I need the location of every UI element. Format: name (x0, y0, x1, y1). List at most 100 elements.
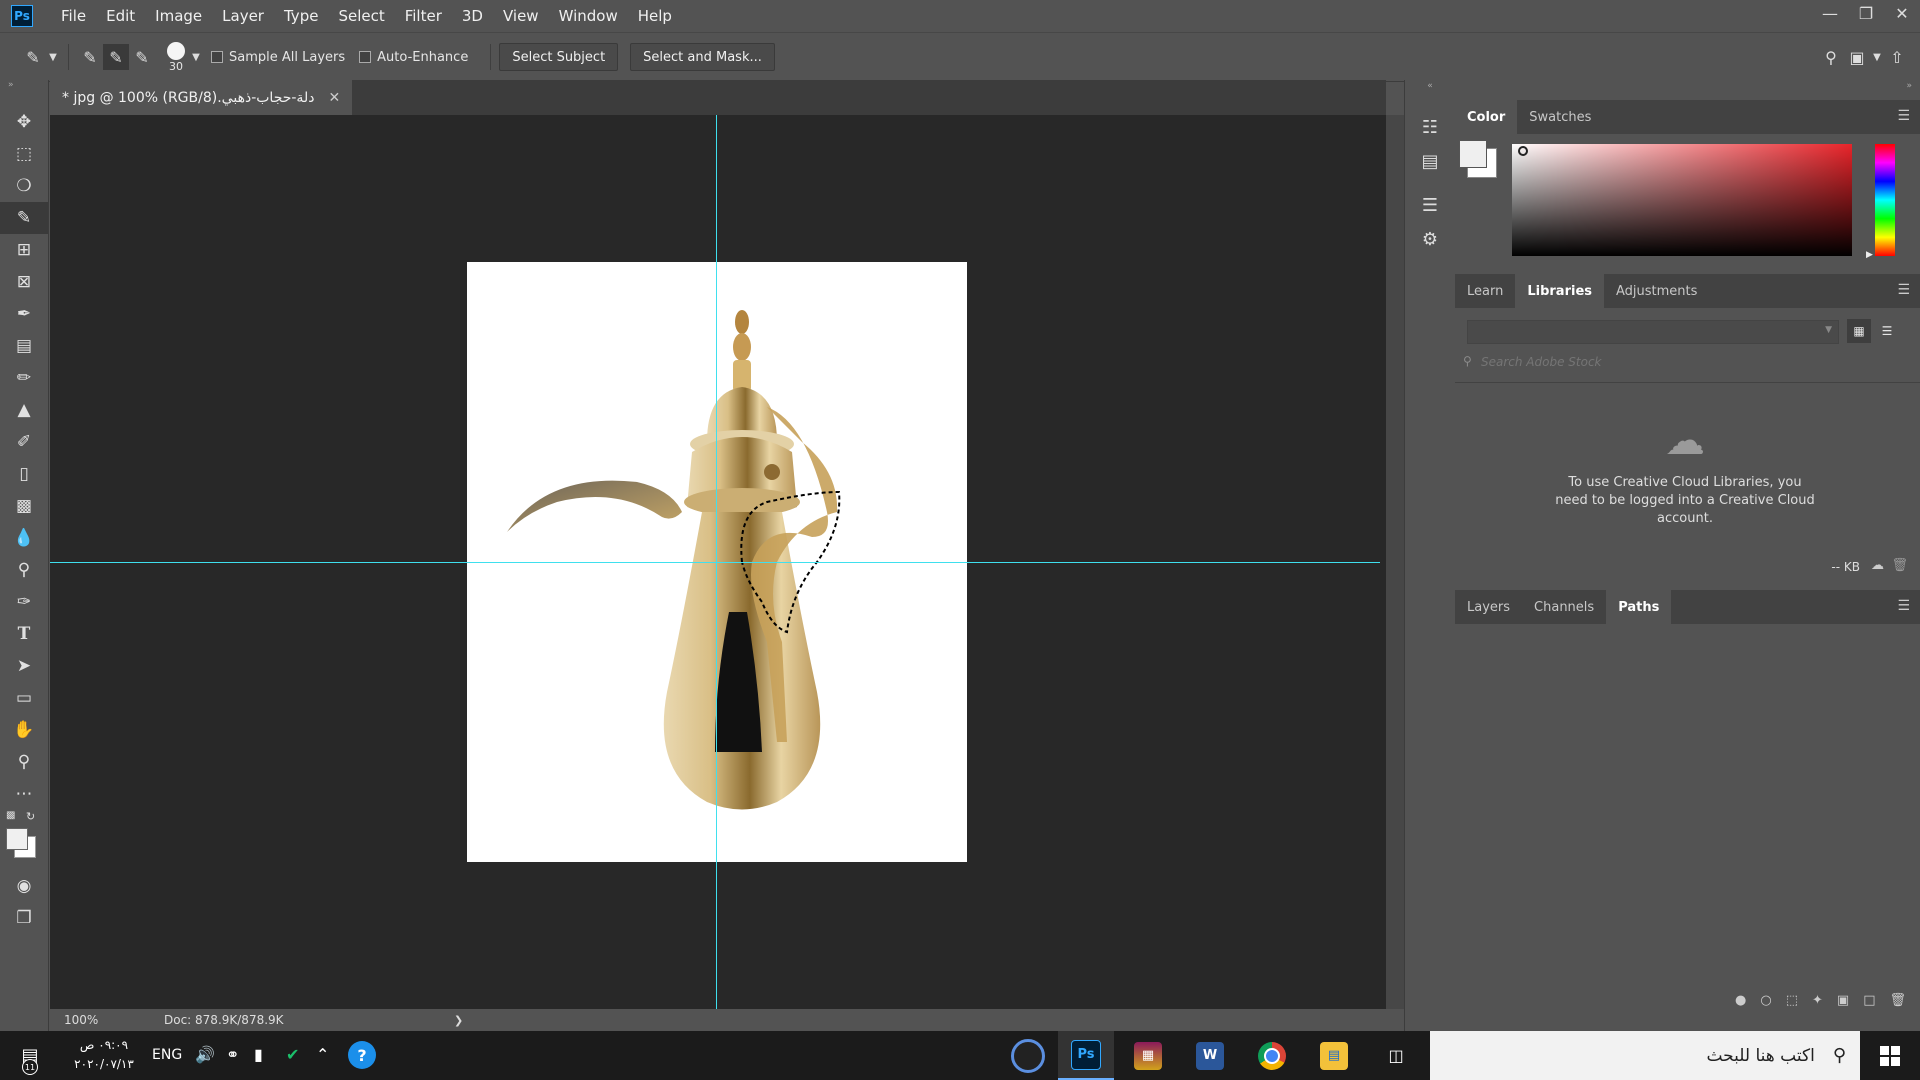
menu-view[interactable]: View (493, 0, 549, 32)
brush-size-picker[interactable]: 30 (167, 41, 185, 73)
network-icon[interactable]: ⚭ (226, 1045, 239, 1064)
chevron-right-icon[interactable]: ❯ (324, 1014, 463, 1027)
new-selection-icon[interactable]: ✎ (77, 44, 103, 70)
path-selection-tool-icon[interactable]: ➤ (0, 650, 48, 682)
collapse-icon[interactable]: « (1405, 80, 1455, 92)
chevron-down-icon[interactable]: ▼ (46, 44, 60, 70)
zoom-level[interactable]: 100% (50, 1013, 134, 1027)
panel-menu-icon[interactable]: ☰ (1897, 598, 1910, 614)
zoom-tool-icon[interactable]: ⚲ (0, 746, 48, 778)
stroke-path-icon[interactable]: ○ (1760, 993, 1771, 1008)
crop-tool-icon[interactable]: ⊞ (0, 234, 48, 266)
quick-selection-tool-icon[interactable]: ✎ (0, 202, 48, 234)
tab-libraries[interactable]: Libraries (1515, 274, 1604, 308)
add-to-selection-icon[interactable]: ✎ (103, 44, 129, 70)
tab-learn[interactable]: Learn (1455, 274, 1515, 308)
delete-path-icon[interactable]: 🗑 (1889, 993, 1906, 1008)
vertical-guide[interactable] (716, 115, 717, 1009)
help-icon[interactable]: ? (348, 1041, 376, 1069)
taskbar-app-chrome[interactable] (1244, 1031, 1300, 1080)
gradient-tool-icon[interactable]: ▩ (0, 490, 48, 522)
eraser-tool-icon[interactable]: ▯ (0, 458, 48, 490)
libraries-icon[interactable]: ▤ (1405, 144, 1455, 178)
color-field[interactable] (1512, 144, 1852, 256)
tab-swatches[interactable]: Swatches (1517, 100, 1603, 134)
close-icon[interactable]: ✕ (328, 90, 340, 106)
close-button[interactable]: ✕ (1884, 0, 1920, 26)
tab-adjustments[interactable]: Adjustments (1604, 274, 1709, 308)
history-brush-tool-icon[interactable]: ✐ (0, 426, 48, 458)
hand-tool-icon[interactable]: ✋ (0, 714, 48, 746)
more-tools-icon[interactable]: ⋯ (0, 778, 48, 810)
menu-layer[interactable]: Layer (212, 0, 274, 32)
dodge-tool-icon[interactable]: ⚲ (0, 554, 48, 586)
grid-view-icon[interactable]: ▦ (1847, 319, 1871, 343)
load-as-selection-icon[interactable]: ⬚ (1786, 993, 1798, 1008)
start-button[interactable] (1860, 1031, 1920, 1080)
color-picker-cursor[interactable] (1518, 146, 1528, 156)
healing-brush-tool-icon[interactable]: ▤ (0, 330, 48, 362)
battery-icon[interactable]: ▮ (254, 1045, 263, 1064)
fill-path-icon[interactable]: ● (1735, 993, 1746, 1008)
adjustments-icon[interactable]: ⚙ (1405, 222, 1455, 256)
hue-slider[interactable] (1875, 144, 1895, 256)
tab-channels[interactable]: Channels (1522, 590, 1606, 624)
list-view-icon[interactable]: ☰ (1875, 319, 1899, 343)
share-icon[interactable]: ⇧ (1884, 44, 1910, 70)
menu-help[interactable]: Help (628, 0, 682, 32)
collapse-icon[interactable]: » (1455, 80, 1920, 92)
hue-slider-handle[interactable]: ▶ (1866, 250, 1873, 260)
taskbar-app-photoshop[interactable]: Ps (1058, 1031, 1114, 1080)
language-indicator[interactable]: ENG (152, 1047, 182, 1063)
menu-3d[interactable]: 3D (452, 0, 493, 32)
select-subject-button[interactable]: Select Subject (499, 43, 619, 71)
search-icon[interactable]: ⚲ (1818, 44, 1844, 70)
sync-icon[interactable]: ☁ (1871, 558, 1884, 573)
brush-tool-icon[interactable]: ✏ (0, 362, 48, 394)
properties-icon[interactable]: ☷ (1405, 110, 1455, 144)
clone-stamp-tool-icon[interactable]: ▲ (0, 394, 48, 426)
restore-button[interactable]: ❐ (1848, 0, 1884, 26)
make-work-path-icon[interactable]: ✦ (1812, 993, 1823, 1008)
panel-menu-icon[interactable]: ☰ (1897, 282, 1910, 298)
menu-image[interactable]: Image (145, 0, 212, 32)
taskbar-app-winrar[interactable]: ▦ (1120, 1031, 1176, 1080)
chevron-down-icon[interactable]: ▼ (1870, 44, 1884, 70)
volume-icon[interactable]: 🔊 (195, 1045, 215, 1064)
new-path-icon[interactable]: □ (1863, 993, 1875, 1008)
blur-tool-icon[interactable]: 💧 (0, 522, 48, 554)
tool-preset-picker-icon[interactable]: ✎ (20, 44, 46, 70)
lasso-tool-icon[interactable]: ❍ (0, 170, 48, 202)
brush-settings-icon[interactable]: ☰ (1405, 188, 1455, 222)
tab-layers[interactable]: Layers (1455, 590, 1522, 624)
trash-icon[interactable]: 🗑 (1891, 558, 1908, 573)
document-tab[interactable]: دلة-حجاب-ذهبي.jpg @ 100% (RGB/8) * ✕ (50, 80, 353, 115)
taskbar-app-word[interactable]: W (1182, 1031, 1238, 1080)
collapse-icon[interactable]: » (0, 80, 48, 90)
menu-select[interactable]: Select (328, 0, 394, 32)
pen-tool-icon[interactable]: ✑ (0, 586, 48, 618)
quick-mask-icon[interactable]: ◉ (0, 870, 48, 902)
horizontal-guide[interactable] (50, 562, 1380, 563)
sample-all-layers-checkbox[interactable]: Sample All Layers (211, 50, 345, 65)
task-view-button[interactable]: ◫ (1368, 1031, 1424, 1080)
swap-colors-icon[interactable]: ↻ (26, 810, 35, 823)
marquee-tool-icon[interactable]: ⬚ (0, 138, 48, 170)
stock-search-input[interactable] (1479, 352, 1883, 372)
eyedropper-tool-icon[interactable]: ✒ (0, 298, 48, 330)
menu-window[interactable]: Window (549, 0, 628, 32)
subtract-from-selection-icon[interactable]: ✎ (129, 44, 155, 70)
taskbar-search-box[interactable]: اكتب هنا للبحث ⚲ (1430, 1031, 1860, 1080)
foreground-color-swatch[interactable] (1459, 140, 1487, 168)
menu-filter[interactable]: Filter (395, 0, 452, 32)
taskbar-app-file-explorer[interactable]: ▤ (1306, 1031, 1362, 1080)
menu-edit[interactable]: Edit (96, 0, 145, 32)
taskbar-app-cortana[interactable] (1000, 1031, 1056, 1080)
move-tool-icon[interactable]: ✥ (0, 106, 48, 138)
tab-color[interactable]: Color (1455, 100, 1518, 134)
add-mask-icon[interactable]: ▣ (1837, 993, 1849, 1008)
minimize-button[interactable]: — (1812, 0, 1848, 26)
foreground-color-swatch[interactable] (6, 828, 28, 850)
select-and-mask-button[interactable]: Select and Mask... (630, 43, 775, 71)
type-tool-icon[interactable]: T (0, 618, 48, 650)
